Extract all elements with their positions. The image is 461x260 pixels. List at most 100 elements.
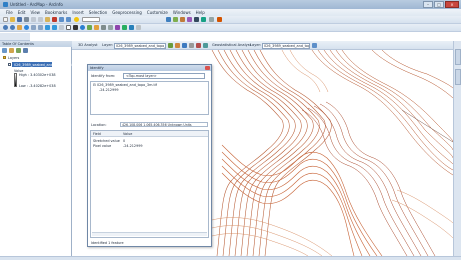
menu-selection[interactable]: Selection bbox=[89, 10, 107, 15]
menu-bookmarks[interactable]: Bookmarks bbox=[45, 10, 67, 15]
layers-folder-icon bbox=[3, 56, 6, 59]
menu-bar: File Edit View Bookmarks Insert Selectio… bbox=[0, 9, 461, 16]
back-extent-icon[interactable] bbox=[45, 25, 50, 30]
full-extent-icon[interactable] bbox=[24, 25, 29, 30]
menu-help[interactable]: Help bbox=[196, 10, 205, 15]
copy-icon[interactable] bbox=[38, 17, 43, 22]
help-icon[interactable] bbox=[217, 17, 222, 22]
list-by-drawing-order-icon[interactable] bbox=[2, 48, 7, 53]
identify-icon[interactable] bbox=[80, 25, 85, 30]
menu-geoprocessing[interactable]: Geoprocessing bbox=[112, 10, 142, 15]
identify-window: Identify Identify from: <Top-most layer>… bbox=[87, 64, 212, 247]
clear-selection-icon[interactable] bbox=[66, 25, 71, 30]
open-folder-icon[interactable] bbox=[10, 17, 15, 22]
paste-icon[interactable] bbox=[45, 17, 50, 22]
identify-attribute-grid: Field Value Stretched value 0 Pixel valu… bbox=[90, 130, 209, 238]
hyperlink-icon[interactable] bbox=[87, 25, 92, 30]
layer-name: 026_3989_seabed_and_topo_3m.tif bbox=[14, 63, 74, 67]
status-bar bbox=[0, 256, 461, 260]
title-bar: Untitled - ArcMap - ArcInfo – □ × bbox=[0, 0, 461, 9]
toc-toolbar bbox=[2, 48, 28, 53]
minimize-button[interactable]: – bbox=[423, 1, 433, 8]
menu-insert[interactable]: Insert bbox=[72, 10, 83, 15]
grid-header: Field Value bbox=[91, 131, 208, 137]
arcmap-app-icon bbox=[3, 2, 8, 7]
scale-combo[interactable] bbox=[82, 17, 100, 22]
profile-graph-icon[interactable] bbox=[196, 43, 201, 48]
pan-icon[interactable] bbox=[17, 25, 22, 30]
fixed-zoom-in-icon[interactable] bbox=[31, 25, 36, 30]
table-row-field: Stretched value bbox=[93, 139, 120, 143]
fixed-zoom-out-icon[interactable] bbox=[38, 25, 43, 30]
python-window-icon[interactable] bbox=[201, 17, 206, 22]
3d-analyst-label[interactable]: 3D Analyst bbox=[78, 43, 98, 47]
analyst-toolbar: 3D Analyst Layer: 026_3989_seabed_and_to… bbox=[72, 41, 461, 50]
table-of-contents-icon[interactable] bbox=[173, 17, 178, 22]
table-row-value: -24.212999 bbox=[123, 144, 143, 148]
search-window-icon[interactable] bbox=[187, 17, 192, 22]
print-icon[interactable] bbox=[24, 17, 29, 22]
find-icon[interactable] bbox=[108, 25, 113, 30]
new-document-icon[interactable] bbox=[3, 17, 8, 22]
undo-icon[interactable] bbox=[59, 17, 64, 22]
geostat-layer-select[interactable]: 026_3989_seabed_and_topo_3m bbox=[262, 42, 310, 49]
line-of-sight-icon[interactable] bbox=[189, 43, 194, 48]
menu-customize[interactable]: Customize bbox=[147, 10, 168, 15]
maximize-button[interactable]: □ bbox=[434, 1, 444, 8]
go-to-xy-icon[interactable] bbox=[122, 25, 127, 30]
layers-root-label[interactable]: Layers bbox=[8, 56, 19, 60]
viewer-window-icon[interactable] bbox=[136, 25, 141, 30]
contour-icon[interactable] bbox=[175, 43, 180, 48]
select-elements-icon[interactable] bbox=[73, 25, 78, 30]
model-builder-icon[interactable] bbox=[209, 17, 214, 22]
location-label: Location: bbox=[91, 123, 107, 127]
identify-from-select[interactable]: <Top-most layer> bbox=[123, 73, 205, 79]
list-by-visibility-icon[interactable] bbox=[16, 48, 21, 53]
html-popup-icon[interactable] bbox=[94, 25, 99, 30]
geostat-wizard-icon[interactable] bbox=[312, 43, 317, 48]
catalog-icon[interactable] bbox=[180, 17, 185, 22]
search-dock-tab[interactable] bbox=[455, 69, 461, 85]
legend-low-label: Low : -3.40282e+038 bbox=[19, 84, 56, 88]
list-by-selection-icon[interactable] bbox=[23, 48, 28, 53]
find-route-icon[interactable] bbox=[115, 25, 120, 30]
grid-horizontal-scrollbar[interactable] bbox=[92, 232, 207, 236]
geostatistical-analyst-label[interactable]: Geostatistical Analyst bbox=[212, 43, 251, 47]
zoom-in-icon[interactable] bbox=[3, 25, 8, 30]
3d-analyst-layer-select[interactable]: 026_3989_seabed_and_topo_3m.tif bbox=[114, 42, 166, 49]
tools-toolbar bbox=[0, 24, 461, 32]
steepest-path-icon[interactable] bbox=[182, 43, 187, 48]
tree-expand-icon[interactable]: ⊟ bbox=[93, 83, 96, 87]
interpolate-line-icon[interactable] bbox=[203, 43, 208, 48]
measure-icon[interactable] bbox=[101, 25, 106, 30]
table-row-field: Pixel value bbox=[93, 144, 112, 148]
result-value-label[interactable]: -24.212999 bbox=[99, 88, 119, 92]
close-button[interactable]: × bbox=[445, 1, 459, 8]
select-features-icon[interactable] bbox=[59, 25, 64, 30]
add-data-icon[interactable] bbox=[74, 17, 79, 22]
delete-icon[interactable] bbox=[52, 17, 57, 22]
catalog-dock-tab[interactable] bbox=[455, 49, 461, 65]
selected-layer[interactable]: 026_3989_seabed_and_topo_3m.tif bbox=[12, 62, 74, 67]
time-slider-icon[interactable] bbox=[129, 25, 134, 30]
arctoolbox-icon[interactable] bbox=[194, 17, 199, 22]
menu-edit[interactable]: Edit bbox=[18, 10, 26, 15]
create-tin-icon[interactable] bbox=[168, 43, 173, 48]
menu-file[interactable]: File bbox=[6, 10, 13, 15]
layer-visibility-checkbox[interactable] bbox=[8, 63, 11, 66]
forward-extent-icon[interactable] bbox=[52, 25, 57, 30]
menu-view[interactable]: View bbox=[30, 10, 40, 15]
menu-windows[interactable]: Windows bbox=[173, 10, 191, 15]
list-by-source-icon[interactable] bbox=[9, 48, 14, 53]
editor-icon[interactable] bbox=[166, 17, 171, 22]
cut-icon[interactable] bbox=[31, 17, 36, 22]
toc-tab-strip bbox=[0, 33, 30, 41]
save-icon[interactable] bbox=[17, 17, 22, 22]
location-value: 426,108.006 1,065,406.356 Unknown Units bbox=[120, 122, 208, 127]
identify-title[interactable]: Identify bbox=[88, 65, 211, 71]
standard-toolbar bbox=[0, 16, 461, 24]
identify-close-icon[interactable] bbox=[205, 66, 210, 70]
redo-icon[interactable] bbox=[66, 17, 71, 22]
result-layer-label[interactable]: 026_3989_seabed_and_topo_3m.tif bbox=[97, 83, 157, 87]
zoom-out-icon[interactable] bbox=[10, 25, 15, 30]
